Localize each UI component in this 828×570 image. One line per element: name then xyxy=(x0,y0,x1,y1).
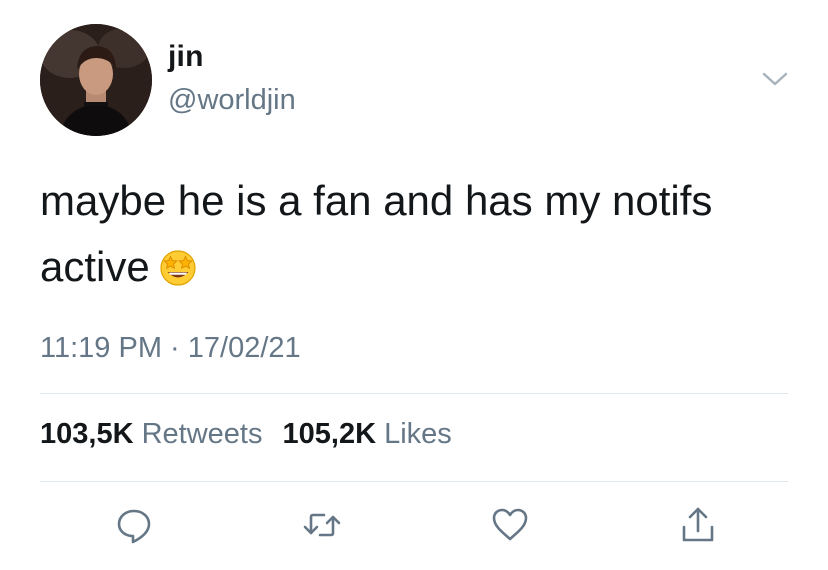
tweet-stats: 103,5K Retweets 105,2K Likes xyxy=(40,418,452,451)
likes-label[interactable]: Likes xyxy=(384,418,452,450)
tweet-timestamp[interactable]: 11:19 PM · 17/02/21 xyxy=(40,332,301,365)
avatar-photo xyxy=(40,24,152,136)
divider xyxy=(40,393,788,394)
retweets-label[interactable]: Retweets xyxy=(142,418,263,450)
likes-count[interactable]: 105,2K xyxy=(283,418,377,450)
reply-icon[interactable] xyxy=(114,505,154,545)
tweet-text-content: maybe he is a fan and has my notifs acti… xyxy=(40,177,713,290)
tweet-time: 11:19 PM xyxy=(40,332,162,364)
retweet-icon[interactable] xyxy=(302,505,342,545)
tweet-card: jin @worldjin maybe he is a fan and has … xyxy=(0,0,828,570)
display-name[interactable]: jin xyxy=(168,40,204,74)
avatar[interactable] xyxy=(40,24,152,136)
chevron-down-icon[interactable] xyxy=(760,66,790,90)
like-icon[interactable] xyxy=(490,505,530,545)
user-handle[interactable]: @worldjin xyxy=(168,84,296,117)
timestamp-separator: · xyxy=(170,332,180,364)
tweet-text: maybe he is a fan and has my notifs acti… xyxy=(40,168,800,300)
share-icon[interactable] xyxy=(678,505,718,545)
star-struck-emoji-icon xyxy=(158,240,198,286)
retweets-count[interactable]: 103,5K xyxy=(40,418,134,450)
tweet-date: 17/02/21 xyxy=(187,332,301,364)
divider xyxy=(40,481,788,482)
